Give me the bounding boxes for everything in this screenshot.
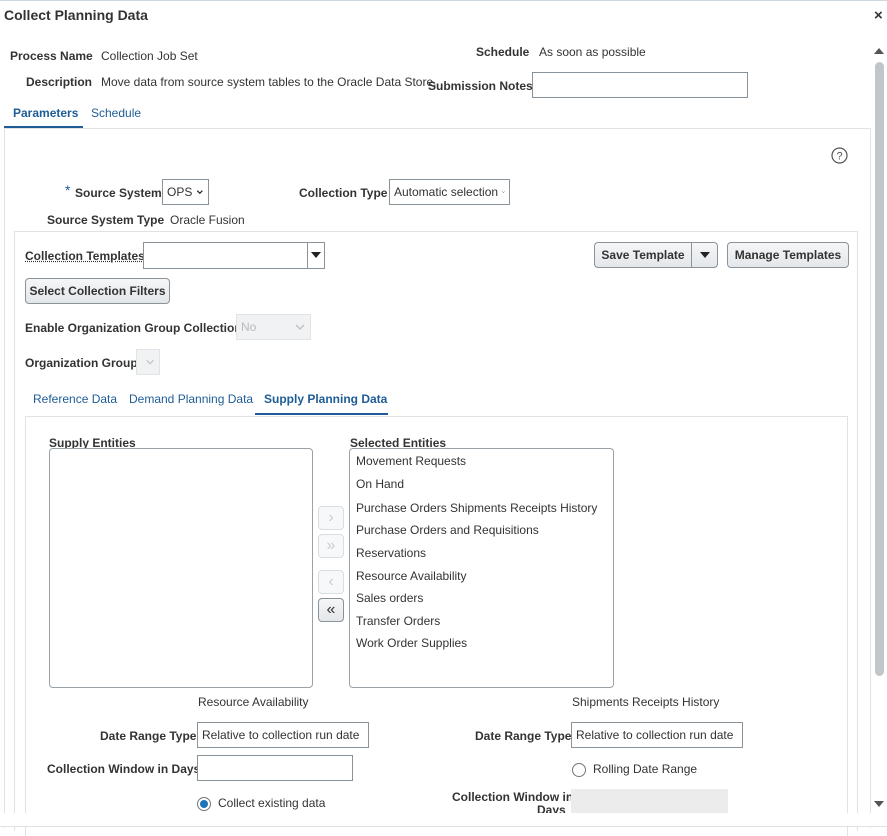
enable-org-group-select: No xyxy=(236,314,311,340)
schedule-value: As soon as possible xyxy=(539,45,646,59)
sh-collection-window-label-line1: Collection Window in xyxy=(452,790,574,804)
list-item[interactable]: Resource Availability xyxy=(356,569,467,583)
description-label: Description xyxy=(26,75,93,89)
source-system-type-value: Oracle Fusion xyxy=(170,213,245,227)
chevron-down-icon xyxy=(295,324,305,331)
top-border xyxy=(0,0,887,1)
select-collection-filters-button[interactable]: Select Collection Filters xyxy=(25,278,170,304)
move-selected-button[interactable]: › xyxy=(318,506,344,530)
submission-notes-label: Submission Notes xyxy=(428,79,533,93)
sh-collection-window-input xyxy=(571,789,728,815)
footer-gap xyxy=(0,813,887,827)
dialog-title: Collect Planning Data xyxy=(4,7,148,23)
sh-date-range-type-select[interactable]: Relative to collection run date xyxy=(571,722,743,748)
chevron-down-icon xyxy=(197,190,204,195)
sh-date-range-type-label: Date Range Type xyxy=(475,729,572,743)
supply-entities-listbox[interactable] xyxy=(49,448,313,688)
close-icon[interactable]: × xyxy=(874,7,883,24)
ra-collection-window-label: Collection Window in Days xyxy=(47,762,201,776)
process-name-label: Process Name xyxy=(10,49,93,63)
caret-down-icon xyxy=(699,251,710,258)
list-item[interactable]: Sales orders xyxy=(356,591,423,605)
collect-existing-radio[interactable] xyxy=(197,797,211,811)
ra-date-range-type-select[interactable]: Relative to collection run date xyxy=(197,722,369,748)
enable-org-group-label: Enable Organization Group Collection xyxy=(25,321,242,335)
tab-schedule[interactable]: Schedule xyxy=(91,106,141,120)
chevron-down-icon xyxy=(146,359,154,365)
source-system-type-label: Source System Type xyxy=(47,213,165,227)
list-item[interactable]: On Hand xyxy=(356,477,404,491)
list-item[interactable]: Reservations xyxy=(356,546,426,560)
remove-all-button[interactable]: « xyxy=(318,598,344,622)
manage-templates-button[interactable]: Manage Templates xyxy=(727,242,849,268)
save-template-button[interactable]: Save Template xyxy=(595,248,691,262)
save-template-button-group: Save Template xyxy=(594,242,718,268)
collection-templates-label: Collection Templates xyxy=(25,249,145,263)
tab-supply-planning-data[interactable]: Supply Planning Data xyxy=(264,392,387,406)
source-system-value: OPS xyxy=(167,185,193,199)
scroll-down-icon[interactable] xyxy=(873,798,885,812)
tab-supply-planning-underline xyxy=(255,413,388,415)
svg-text:?: ? xyxy=(836,151,842,163)
collection-templates-combobox[interactable] xyxy=(143,242,325,269)
organization-group-label: Organization Group xyxy=(25,356,138,370)
chevron-down-icon xyxy=(737,734,738,736)
tab-demand-planning-data[interactable]: Demand Planning Data xyxy=(129,392,253,406)
rolling-date-range-radio[interactable] xyxy=(572,763,586,777)
resource-availability-title: Resource Availability xyxy=(198,695,309,709)
enable-org-group-value: No xyxy=(241,320,257,334)
shipments-history-title: Shipments Receipts History xyxy=(572,695,720,709)
list-item[interactable]: Work Order Supplies xyxy=(356,636,467,650)
collect-existing-label: Collect existing data xyxy=(218,796,326,810)
submission-notes-input[interactable] xyxy=(532,72,748,98)
remove-selected-button[interactable]: ‹ xyxy=(318,570,344,594)
collection-templates-dropdown-button[interactable] xyxy=(307,243,324,268)
source-system-select[interactable]: OPS xyxy=(162,179,209,205)
collection-templates-input[interactable] xyxy=(144,243,307,268)
save-template-menu-button[interactable] xyxy=(691,243,717,267)
collection-type-select[interactable]: Automatic selection xyxy=(389,179,510,205)
list-item[interactable]: Transfer Orders xyxy=(356,614,440,628)
chevron-down-icon xyxy=(502,191,505,193)
scroll-up-icon[interactable] xyxy=(873,44,885,58)
caret-down-icon xyxy=(311,252,321,258)
scrollbar-thumb[interactable] xyxy=(875,62,884,676)
list-item[interactable]: Movement Requests xyxy=(356,454,466,468)
ra-date-range-type-label: Date Range Type xyxy=(100,729,197,743)
help-icon[interactable]: ? xyxy=(831,147,848,167)
tab-parameters[interactable]: Parameters xyxy=(13,106,78,120)
tab-reference-data[interactable]: Reference Data xyxy=(33,392,117,406)
schedule-label: Schedule xyxy=(476,45,530,59)
list-item[interactable]: Purchase Orders and Requisitions xyxy=(356,523,539,537)
sh-date-range-type-value: Relative to collection run date xyxy=(576,728,734,742)
ra-date-range-type-value: Relative to collection run date xyxy=(202,728,360,742)
required-indicator: * xyxy=(65,182,71,198)
rolling-date-range-label: Rolling Date Range xyxy=(593,762,698,776)
list-item[interactable]: Purchase Orders Shipments Receipts Histo… xyxy=(356,501,597,515)
process-name-value: Collection Job Set xyxy=(101,49,198,63)
collection-type-label: Collection Type xyxy=(299,186,388,200)
chevron-down-icon xyxy=(363,734,364,736)
organization-group-select xyxy=(136,349,160,375)
collection-type-value: Automatic selection xyxy=(394,185,499,199)
description-value: Move data from source system tables to t… xyxy=(101,75,437,89)
move-all-button[interactable]: » xyxy=(318,534,344,558)
ra-collection-window-input[interactable] xyxy=(197,755,353,781)
selected-entities-listbox[interactable]: Movement Requests On Hand Purchase Order… xyxy=(349,448,614,688)
source-system-label: Source System xyxy=(75,186,162,200)
